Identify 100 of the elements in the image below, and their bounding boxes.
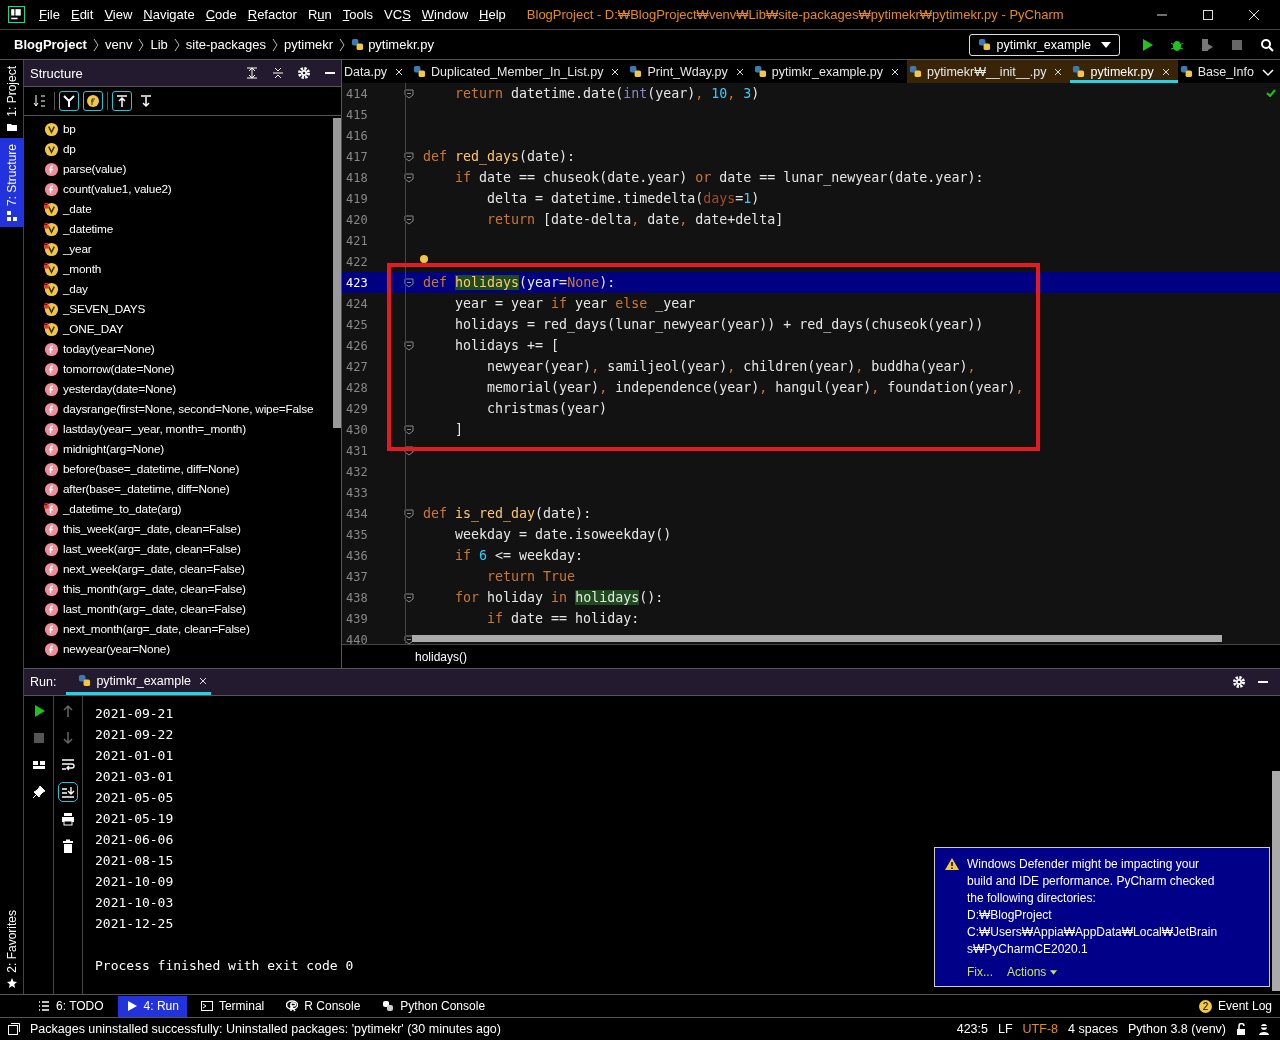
fields-filter-icon[interactable] <box>59 91 79 111</box>
structure-item[interactable]: _date <box>63 202 92 216</box>
structure-item[interactable]: next_month(arg=_date, clean=False) <box>63 622 250 636</box>
settings-icon[interactable] <box>1232 675 1246 689</box>
structure-item[interactable]: this_week(arg=_date, clean=False) <box>63 522 241 536</box>
notification-action-link[interactable]: Actions <box>1007 965 1058 979</box>
stop-icon[interactable] <box>1230 37 1244 52</box>
expand-all-icon[interactable] <box>245 66 259 80</box>
layout-icon[interactable] <box>31 758 46 772</box>
stop-icon[interactable] <box>31 731 46 745</box>
menu-item[interactable]: Run <box>303 7 339 22</box>
tool-windows-icon[interactable] <box>8 1023 20 1035</box>
fold-marker-icon[interactable] <box>403 214 414 225</box>
line-separator[interactable]: LF <box>998 1022 1013 1036</box>
structure-item[interactable]: next_week(arg=_date, clean=False) <box>63 562 245 576</box>
structure-item[interactable]: count(value1, value2) <box>63 182 172 196</box>
structure-item[interactable]: lastday(year=_year, month=_month) <box>63 422 246 436</box>
print-icon[interactable] <box>61 812 75 826</box>
collapse-all-icon[interactable] <box>271 66 285 80</box>
run-icon[interactable] <box>1140 37 1154 52</box>
tool-window-tab[interactable]: Python Console <box>374 995 494 1017</box>
structure-item[interactable]: this_month(arg=_date, clean=False) <box>63 582 246 596</box>
structure-item[interactable]: newyear(year=None) <box>63 642 170 656</box>
inspector-icon[interactable] <box>1258 1023 1270 1035</box>
structure-item[interactable]: dp <box>63 142 76 156</box>
tool-window-tab[interactable]: 1: Project <box>0 60 23 138</box>
breadcrumb-item[interactable]: pytimekr <box>284 37 334 52</box>
menu-item[interactable]: VCS <box>380 7 418 22</box>
fold-marker-icon[interactable] <box>403 424 414 435</box>
tool-window-tab[interactable]: Terminal <box>192 995 273 1017</box>
structure-item[interactable]: today(year=None) <box>63 342 155 356</box>
structure-item[interactable]: midnight(arg=None) <box>63 442 164 456</box>
breadcrumb-item[interactable]: holidays() <box>415 649 468 664</box>
editor-tab[interactable]: pytimekr₩__init__.py <box>906 60 1071 86</box>
structure-item[interactable]: yesterday(date=None) <box>63 382 177 396</box>
run-configuration-dropdown[interactable]: pytimkr_example <box>968 33 1120 56</box>
structure-item[interactable]: daysrange(first=None, second=None, wipe=False <box>63 402 314 416</box>
scroll-to-end-icon[interactable] <box>61 785 75 799</box>
run-tab[interactable]: pytimkr_example <box>66 669 211 695</box>
settings-icon[interactable] <box>297 66 311 80</box>
tool-window-tab[interactable]: 7: Structure <box>0 137 23 227</box>
fold-marker-icon[interactable] <box>403 172 414 183</box>
breadcrumb-item[interactable]: venv <box>104 37 133 52</box>
menu-item[interactable]: Tools <box>338 7 381 22</box>
fold-marker-icon[interactable] <box>403 277 414 288</box>
structure-item[interactable]: _datetime <box>63 222 113 236</box>
structure-item[interactable]: before(base=_datetime, diff=None) <box>63 462 240 476</box>
arrow-up-icon[interactable] <box>61 704 75 718</box>
fold-marker-icon[interactable] <box>403 634 414 644</box>
tool-window-tab[interactable]: 6: TODO <box>30 995 112 1017</box>
unlock-icon[interactable] <box>1236 1023 1248 1035</box>
menu-item[interactable]: Help <box>475 7 513 22</box>
breadcrumb-item[interactable]: pytimekr.py <box>368 37 434 52</box>
structure-item[interactable]: _ONE_DAY <box>63 322 124 336</box>
structure-item[interactable]: tomorrow(date=None) <box>63 362 175 376</box>
structure-item[interactable]: parse(value) <box>63 162 127 176</box>
close-icon[interactable] <box>1054 67 1063 76</box>
menu-item[interactable]: Edit <box>66 7 101 22</box>
notification-action-link[interactable]: Fix... <box>967 965 993 979</box>
caret-position[interactable]: 423:5 <box>956 1022 988 1036</box>
file-encoding[interactable]: UTF-8 <box>1022 1022 1058 1036</box>
pin-icon[interactable] <box>31 785 46 799</box>
tool-window-tab[interactable]: R Console <box>278 995 369 1017</box>
maximize-icon[interactable] <box>1202 8 1214 21</box>
indent-setting[interactable]: 4 spaces <box>1068 1022 1119 1036</box>
close-icon[interactable] <box>735 67 744 76</box>
coverage-icon[interactable] <box>1200 37 1214 52</box>
structure-item[interactable]: _datetime_to_date(arg) <box>63 502 182 516</box>
function-filter-icon[interactable] <box>83 91 103 111</box>
tool-window-tab[interactable]: 4: Run <box>117 995 187 1017</box>
fold-marker-icon[interactable] <box>403 151 414 162</box>
menu-item[interactable]: Navigate <box>139 7 202 22</box>
event-log-button[interactable]: 2 Event Log <box>1190 995 1280 1017</box>
menu-item[interactable]: View <box>100 7 140 22</box>
structure-item[interactable]: last_week(arg=_date, clean=False) <box>63 542 241 556</box>
close-icon[interactable] <box>198 676 207 685</box>
interpreter-selector[interactable]: Python 3.8 (venv) <box>1128 1022 1226 1036</box>
close-icon[interactable] <box>1161 67 1170 76</box>
scrollbar[interactable] <box>412 635 1222 642</box>
close-icon[interactable] <box>1248 8 1260 21</box>
scroll-from-source-icon[interactable] <box>112 91 132 111</box>
search-icon[interactable] <box>1260 37 1274 52</box>
close-icon[interactable] <box>890 67 899 76</box>
trash-icon[interactable] <box>61 839 75 853</box>
tool-window-tab[interactable]: 2: Favorites <box>0 904 23 994</box>
menu-item[interactable]: Window <box>417 7 476 22</box>
close-icon[interactable] <box>395 67 404 76</box>
close-icon[interactable] <box>611 67 620 76</box>
structure-item[interactable]: bp <box>63 122 76 136</box>
structure-item[interactable]: _SEVEN_DAYS <box>63 302 146 316</box>
breadcrumb-item[interactable]: Lib <box>150 37 168 52</box>
scrollbar[interactable] <box>1272 771 1280 991</box>
editor-tab[interactable]: pytimekr.py <box>1070 60 1178 86</box>
soft-wrap-icon[interactable] <box>61 758 75 772</box>
menu-item[interactable]: File <box>35 7 67 22</box>
menu-item[interactable]: Refactor <box>243 7 304 22</box>
fold-marker-icon[interactable] <box>403 88 414 99</box>
structure-item[interactable]: _day <box>63 282 88 296</box>
structure-item[interactable]: _month <box>63 262 102 276</box>
scrollbar[interactable] <box>333 118 341 428</box>
